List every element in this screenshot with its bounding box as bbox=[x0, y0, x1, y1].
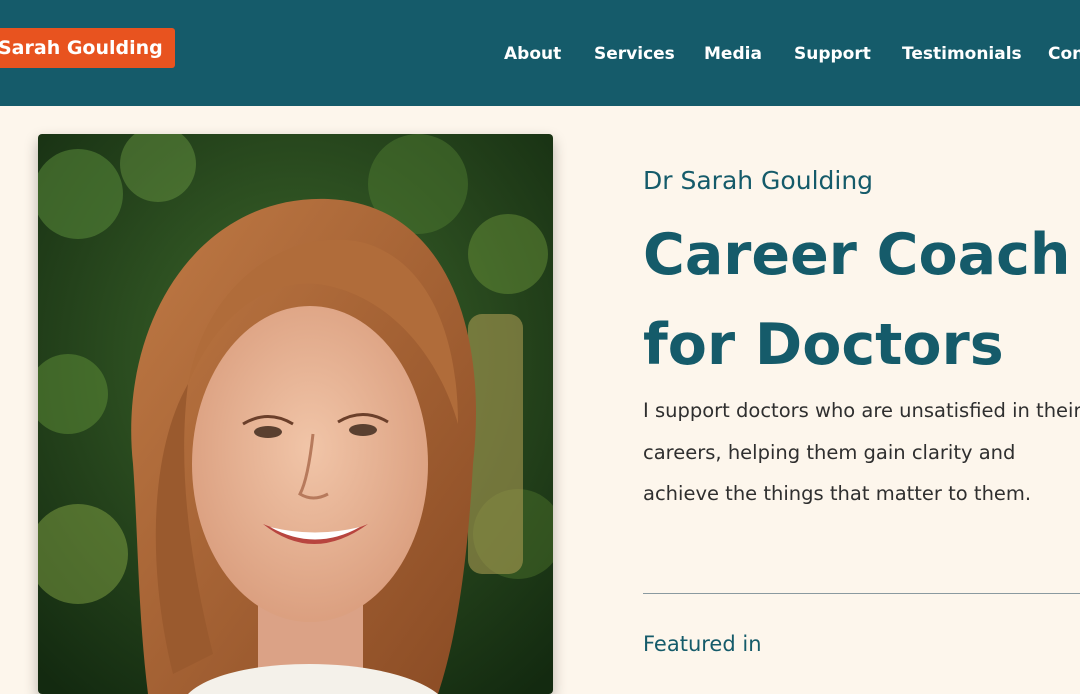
hero-subtitle: Dr Sarah Goulding bbox=[643, 166, 874, 195]
site-header: Sarah Goulding About Services Media Supp… bbox=[0, 0, 1080, 106]
nav-item-support[interactable]: Support bbox=[794, 42, 871, 66]
portrait-illustration bbox=[38, 134, 553, 694]
hero-headline: Career Coach for Doctors bbox=[643, 210, 1071, 390]
nav-item-services[interactable]: Services bbox=[594, 42, 675, 66]
portrait-photo bbox=[38, 134, 553, 694]
hero-intro: I support doctors who are unsatisfied in… bbox=[643, 399, 1080, 505]
hero-headline-line1: Career Coach bbox=[643, 222, 1071, 288]
featured-heading: Featured in bbox=[643, 632, 762, 656]
nav-item-media[interactable]: Media bbox=[704, 42, 762, 66]
nav-item-about[interactable]: About bbox=[504, 42, 561, 66]
site-logo[interactable]: Sarah Goulding bbox=[0, 28, 175, 68]
nav-item-testimonials[interactable]: Testimonials bbox=[902, 42, 1022, 66]
hero-headline-line2: for Doctors bbox=[643, 312, 1004, 378]
section-divider bbox=[643, 593, 1080, 594]
nav-item-contact[interactable]: Contact bbox=[1048, 42, 1080, 66]
